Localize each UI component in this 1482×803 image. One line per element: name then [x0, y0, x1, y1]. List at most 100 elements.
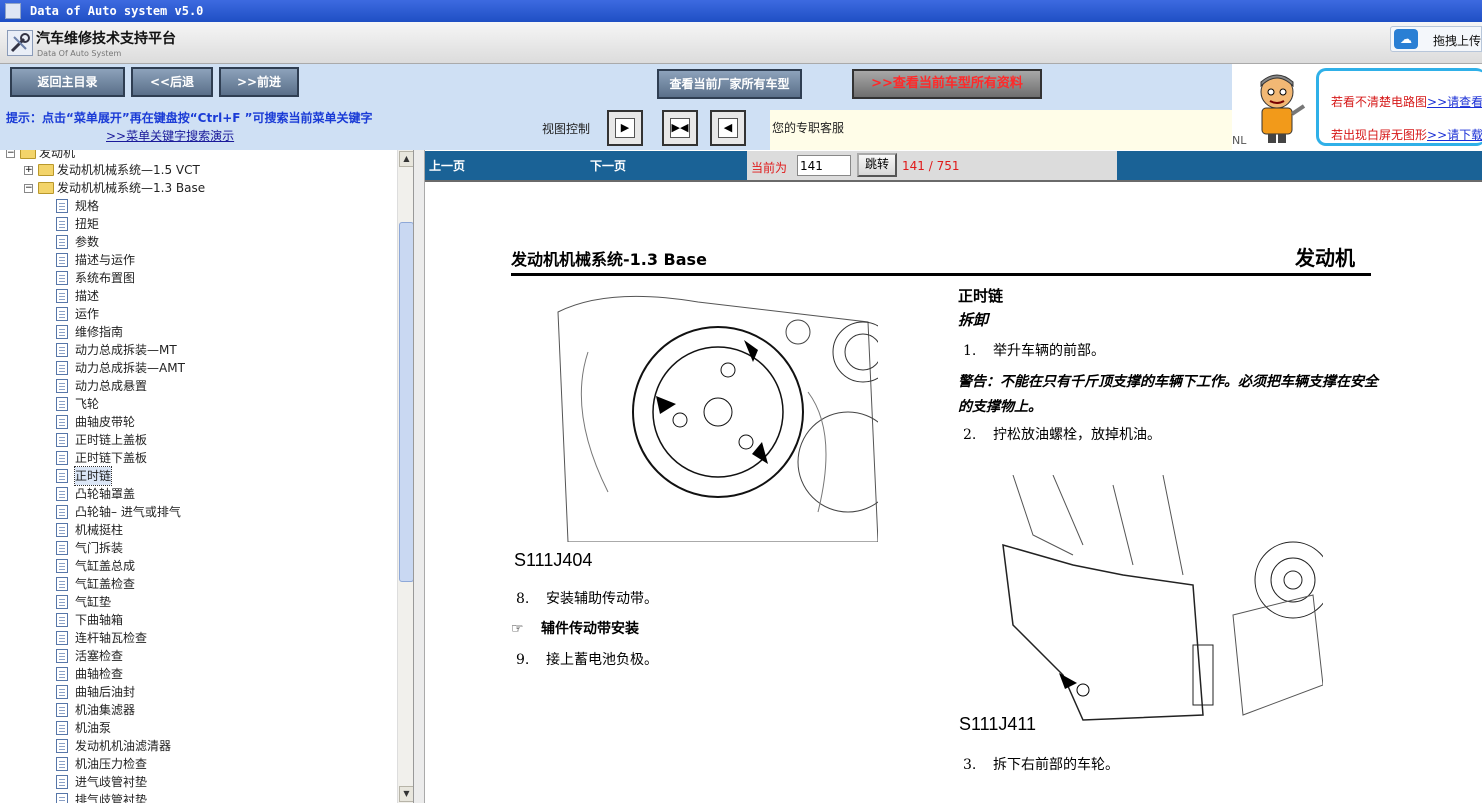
- tree-leaf-label: 参数: [75, 235, 100, 249]
- next-page-link[interactable]: 下一页: [590, 157, 626, 174]
- tree-leaf-label: 运作: [75, 307, 100, 321]
- view-split-button[interactable]: ▶◀: [662, 110, 698, 146]
- tree-leaf-label: 凸轮轴罩盖: [75, 487, 136, 501]
- step-2: 2. 拧松放油螺栓，放掉机油。: [963, 424, 1161, 444]
- scroll-down-icon[interactable]: ▼: [399, 786, 413, 802]
- document-icon: [56, 235, 68, 249]
- tree-scrollbar[interactable]: ▲ ▼: [397, 150, 413, 803]
- page-number-input[interactable]: [797, 155, 851, 176]
- folder-icon: [38, 164, 54, 176]
- all-docs-button[interactable]: >>查看当前车型所有资料: [852, 69, 1042, 99]
- document-icon: [56, 721, 68, 735]
- document-icon: [56, 577, 68, 591]
- document-icon: [56, 307, 68, 321]
- tree-leaf-label: 曲轴后油封: [75, 685, 136, 699]
- back-button[interactable]: <<后退: [131, 67, 213, 97]
- document-icon: [56, 595, 68, 609]
- section-heading: 正时链: [958, 287, 1004, 305]
- step-text: 举升车辆的前部。: [993, 343, 1105, 359]
- step-9: 9. 接上蓄电池负极。: [516, 649, 658, 669]
- tree-leaf-label: 气缸垫: [75, 595, 112, 609]
- document-icon: [56, 631, 68, 645]
- tree-leaf-label: 动力总成拆装—AMT: [75, 361, 185, 375]
- ad-view-link[interactable]: >>请查看: [1427, 95, 1482, 109]
- scroll-up-icon[interactable]: ▲: [399, 151, 413, 167]
- tree-leaf-label: 连杆轴瓦检查: [75, 631, 148, 645]
- document-icon: [56, 451, 68, 465]
- tree-leaf-label: 扭矩: [75, 217, 100, 231]
- window-title: Data of Auto system v5.0: [30, 4, 204, 18]
- toolbar: 返回主目录 <<后退 >>前进 查看当前厂家所有车型 >>查看当前车型所有资料 …: [0, 64, 1232, 150]
- home-button[interactable]: 返回主目录: [10, 67, 125, 97]
- tree-leaf-label: 活塞检查: [75, 649, 124, 663]
- crankshaft-pulley-figure: [548, 292, 878, 542]
- step-number: 9.: [516, 652, 530, 668]
- document-icon: [56, 397, 68, 411]
- document-icon: [56, 541, 68, 555]
- page-count: 141 / 751: [902, 159, 960, 173]
- window-title-bar: Data of Auto system v5.0: [0, 0, 1482, 22]
- step-text: 拆下右前部的车轮。: [993, 757, 1119, 773]
- tree-leaf-label: 飞轮: [75, 397, 100, 411]
- search-demo-link[interactable]: >>菜单关键字搜索演示: [106, 127, 234, 144]
- step-8: 8. 安装辅助传动带。: [516, 588, 658, 608]
- tree-leaf-label: 机油集滤器: [75, 703, 136, 717]
- arrow-right-icon: ▶: [615, 118, 635, 138]
- oil-drain-figure: [993, 475, 1323, 725]
- document-icon: [56, 487, 68, 501]
- drag-upload-button[interactable]: ☁ 拖拽上传: [1390, 26, 1482, 52]
- warning-text: 警告：不能在只有千斤顶支撑的车辆下工作。必须把车辆支撑在安全的支撑物上。: [958, 374, 1378, 415]
- document-icon: [56, 793, 68, 803]
- document-icon: [56, 271, 68, 285]
- tree-leaf-label: 凸轮轴– 进气或排气: [75, 505, 181, 519]
- tree-leaf-label: 维修指南: [75, 325, 124, 339]
- tree-leaf-label: 描述与运作: [75, 253, 136, 267]
- collapse-icon[interactable]: −: [6, 150, 15, 158]
- mechanic-mascot-icon: [1260, 74, 1306, 143]
- tree-leaf-label: 曲轴皮带轮: [75, 415, 136, 429]
- document-icon: [56, 253, 68, 267]
- ad-download-link[interactable]: >>请下载: [1427, 128, 1482, 142]
- forward-button[interactable]: >>前进: [219, 67, 299, 97]
- document-icon: [56, 469, 68, 483]
- document-icon: [56, 523, 68, 537]
- brand-title: 汽车维修技术支持平台: [36, 31, 176, 47]
- document-icon: [56, 559, 68, 573]
- view-control-label: 视图控制: [542, 122, 591, 136]
- expand-icon[interactable]: +: [24, 166, 33, 175]
- ad-line-1: 若看不清楚电路图>>请查看: [1331, 93, 1482, 110]
- document-icon: [56, 667, 68, 681]
- document-icon: [56, 343, 68, 357]
- document-icon: [56, 685, 68, 699]
- content-panel: 上一页 下一页 当前为 跳转 141 / 751 发动机机械系统-1.3 Bas…: [414, 150, 1482, 803]
- cloud-upload-icon: ☁: [1394, 29, 1418, 49]
- support-text: 您的专职客服: [772, 121, 845, 135]
- document-icon: [56, 505, 68, 519]
- pane-splitter[interactable]: [414, 150, 425, 803]
- tree-leaf-label: 气缸盖检查: [75, 577, 136, 591]
- view-left-pane-button[interactable]: ◀: [710, 110, 746, 146]
- collapse-icon[interactable]: −: [24, 184, 33, 193]
- page-jump-box: 当前为 跳转 141 / 751: [747, 151, 1117, 180]
- ad-line-1-text: 若看不清楚电路图: [1331, 95, 1428, 109]
- document-icon: [56, 361, 68, 375]
- prev-page-link[interactable]: 上一页: [429, 157, 465, 174]
- support-area: 您的专职客服: [770, 110, 1232, 150]
- step-text: 拧松放油螺栓，放掉机油。: [993, 427, 1161, 443]
- tree-leaf-label: 气门拆装: [75, 541, 124, 555]
- ad-line-2-text: 若出现白屏无图形: [1331, 128, 1428, 142]
- title-rule: [511, 273, 1371, 276]
- document-icon: [56, 757, 68, 771]
- jump-button[interactable]: 跳转: [857, 153, 897, 177]
- manual-section: 发动机: [1295, 246, 1355, 270]
- all-models-button[interactable]: 查看当前厂家所有车型: [657, 69, 802, 99]
- step-text: 安装辅助传动带。: [546, 591, 658, 607]
- tree-leaf-label: 正时链: [73, 466, 113, 486]
- tree-leaf-label: 规格: [75, 199, 100, 213]
- view-right-pane-button[interactable]: ▶: [607, 110, 643, 146]
- scrollbar-thumb[interactable]: [399, 222, 413, 582]
- tree-group-label: 发动机机械系统—1.3 Base: [57, 181, 206, 195]
- arrow-left-icon: ◀: [718, 118, 738, 138]
- step-number: 3.: [963, 757, 977, 773]
- tree-leaf-label: 正时链上盖板: [75, 433, 148, 447]
